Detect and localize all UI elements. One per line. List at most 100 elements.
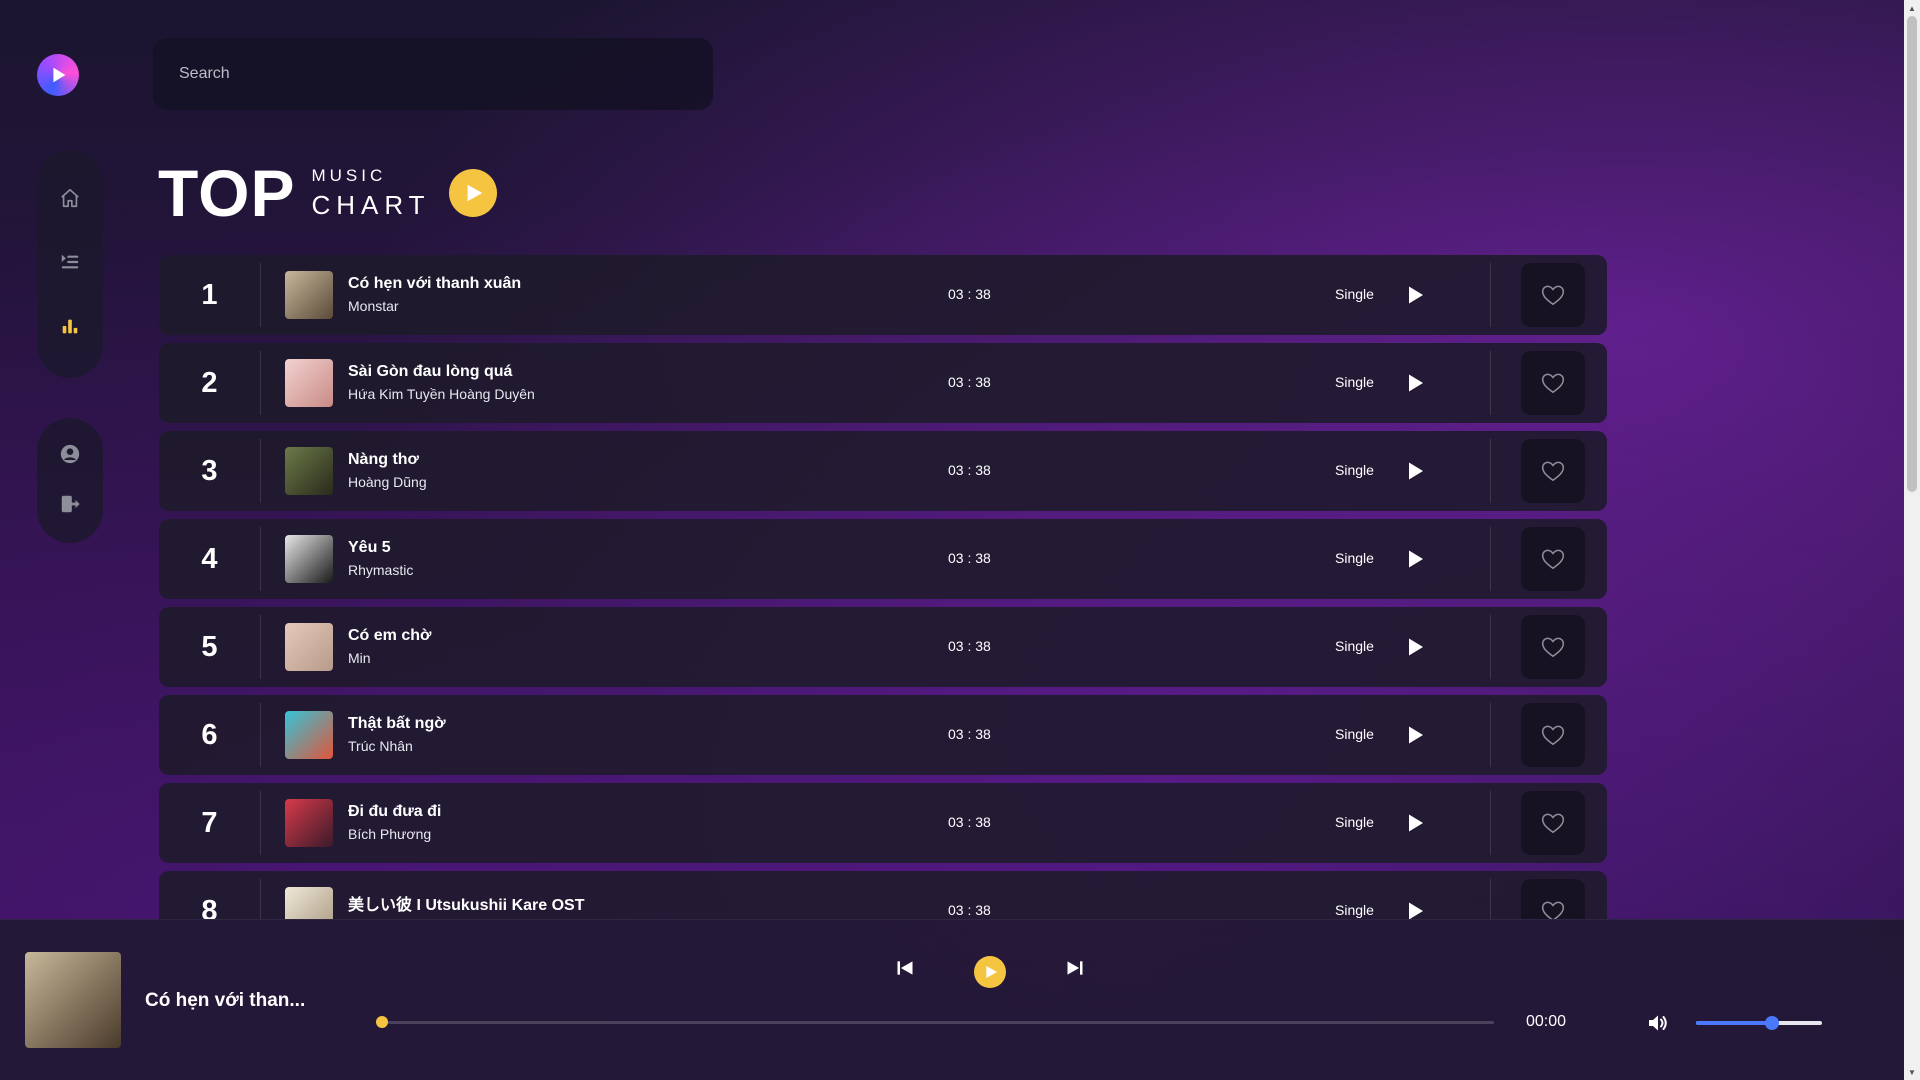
like-button[interactable] [1521,351,1585,415]
previous-button[interactable] [893,956,917,980]
like-button[interactable] [1521,527,1585,591]
song-artist[interactable]: Bích Phương [348,826,441,842]
song-row[interactable]: 8 美しい彼 I Utsukushii Kare OST 03 : 38 Single [159,871,1607,919]
progress-handle[interactable] [376,1016,388,1028]
sidebar-item-playlist[interactable] [58,250,82,274]
scroll-down-arrow[interactable]: ▼ [1904,1064,1920,1080]
song-title[interactable]: Thật bất ngờ [348,715,446,733]
song-thumbnail [285,535,333,583]
next-button[interactable] [1063,956,1087,980]
song-play-button[interactable] [1403,371,1427,395]
song-thumbnail [285,447,333,495]
song-type: Single [1335,550,1374,566]
like-button[interactable] [1521,263,1585,327]
song-info: Có em chờ Min [348,627,431,666]
like-button[interactable] [1521,439,1585,503]
song-play-button[interactable] [1403,899,1427,919]
song-row[interactable]: 5 Có em chờ Min 03 : 38 Single [159,607,1607,687]
now-playing-thumbnail [25,952,121,1048]
play-icon [1409,286,1423,304]
divider [1490,791,1491,855]
song-artist[interactable]: Hứa Kim Tuyền Hoàng Duyên [348,386,535,402]
divider [260,879,261,919]
sidebar-item-profile[interactable] [58,442,82,466]
song-duration: 03 : 38 [948,462,991,478]
play-icon [1409,814,1423,832]
song-artist[interactable]: Rhymastic [348,562,413,578]
song-play-button[interactable] [1403,283,1427,307]
now-playing-title: Có hẹn với than... [145,990,306,1011]
song-title[interactable]: Có hẹn với thanh xuân [348,275,521,293]
song-row[interactable]: 3 Nàng thơ Hoàng Dũng 03 : 38 Single [159,431,1607,511]
song-info: Đi đu đưa đi Bích Phương [348,803,441,842]
chart-icon [62,319,78,334]
like-button[interactable] [1521,879,1585,919]
playlist-icon [61,254,79,269]
heart-icon [1541,901,1565,919]
song-play-button[interactable] [1403,459,1427,483]
like-button[interactable] [1521,615,1585,679]
sidebar-item-home[interactable] [58,186,82,210]
song-thumbnail [285,887,333,919]
logout-icon [61,495,80,513]
song-thumbnail [285,623,333,671]
song-title[interactable]: Yêu 5 [348,539,413,557]
song-title[interactable]: Có em chờ [348,627,431,645]
song-row[interactable]: 4 Yêu 5 Rhymastic 03 : 38 Single [159,519,1607,599]
progress-bar[interactable] [382,1021,1494,1024]
song-info: 美しい彼 I Utsukushii Kare OST [348,891,585,919]
song-play-button[interactable] [1403,635,1427,659]
song-title[interactable]: Đi đu đưa đi [348,803,441,821]
heading-chart: CHART [311,189,431,220]
song-artist[interactable]: Min [348,650,431,666]
divider [260,263,261,327]
sidebar-item-logout[interactable] [58,492,82,516]
sidebar-item-chart[interactable] [58,314,82,338]
volume-handle[interactable] [1764,1016,1779,1030]
like-button[interactable] [1521,791,1585,855]
song-duration: 03 : 38 [948,550,991,566]
song-play-button[interactable] [1403,811,1427,835]
song-duration: 03 : 38 [948,638,991,654]
song-row[interactable]: 2 Sài Gòn đau lòng quá Hứa Kim Tuyền Hoàng… [159,343,1607,423]
heart-icon [1541,813,1565,834]
song-row[interactable]: 7 Đi đu đưa đi Bích Phương 03 : 38 Single [159,783,1607,863]
scroll-up-arrow[interactable]: ▲ [1904,0,1920,16]
song-title[interactable]: 美しい彼 I Utsukushii Kare OST [348,891,585,915]
song-rank: 8 [201,894,218,920]
song-list: 1 Có hẹn với thanh xuân Monstar 03 : 38 Sing… [159,255,1607,919]
song-info: Nàng thơ Hoàng Dũng [348,451,427,490]
song-thumbnail [285,359,333,407]
song-artist[interactable]: Monstar [348,298,521,314]
song-artist[interactable]: Trúc Nhân [348,738,446,754]
volume-slider[interactable] [1696,1021,1822,1025]
scroll-thumb[interactable] [1907,16,1917,492]
song-duration: 03 : 38 [948,902,991,918]
song-row[interactable]: 6 Thật bất ngờ Trúc Nhân 03 : 38 Single [159,695,1607,775]
song-play-button[interactable] [1403,723,1427,747]
play-icon [1409,550,1423,568]
volume-level [1696,1021,1772,1025]
divider [1490,879,1491,919]
app-logo[interactable] [37,54,79,96]
song-row[interactable]: 1 Có hẹn với thanh xuân Monstar 03 : 38 Sing… [159,255,1607,335]
divider [1490,527,1491,591]
play-all-button[interactable] [448,169,497,217]
play-pause-button[interactable] [974,956,1006,988]
song-artist[interactable]: Hoàng Dũng [348,474,427,490]
play-icon [1409,902,1423,919]
divider [260,615,261,679]
divider [260,791,261,855]
song-title[interactable]: Sài Gòn đau lòng quá [348,363,535,381]
page-scrollbar[interactable]: ▲ ▼ [1904,0,1920,1080]
play-icon [1409,462,1423,480]
play-icon [1409,726,1423,744]
search-input[interactable] [179,65,713,83]
volume-button[interactable] [1646,1011,1670,1035]
like-button[interactable] [1521,703,1585,767]
search-bar[interactable] [153,38,713,110]
divider [260,527,261,591]
song-play-button[interactable] [1403,547,1427,571]
song-title[interactable]: Nàng thơ [348,451,427,469]
current-time: 00:00 [1526,1013,1567,1030]
